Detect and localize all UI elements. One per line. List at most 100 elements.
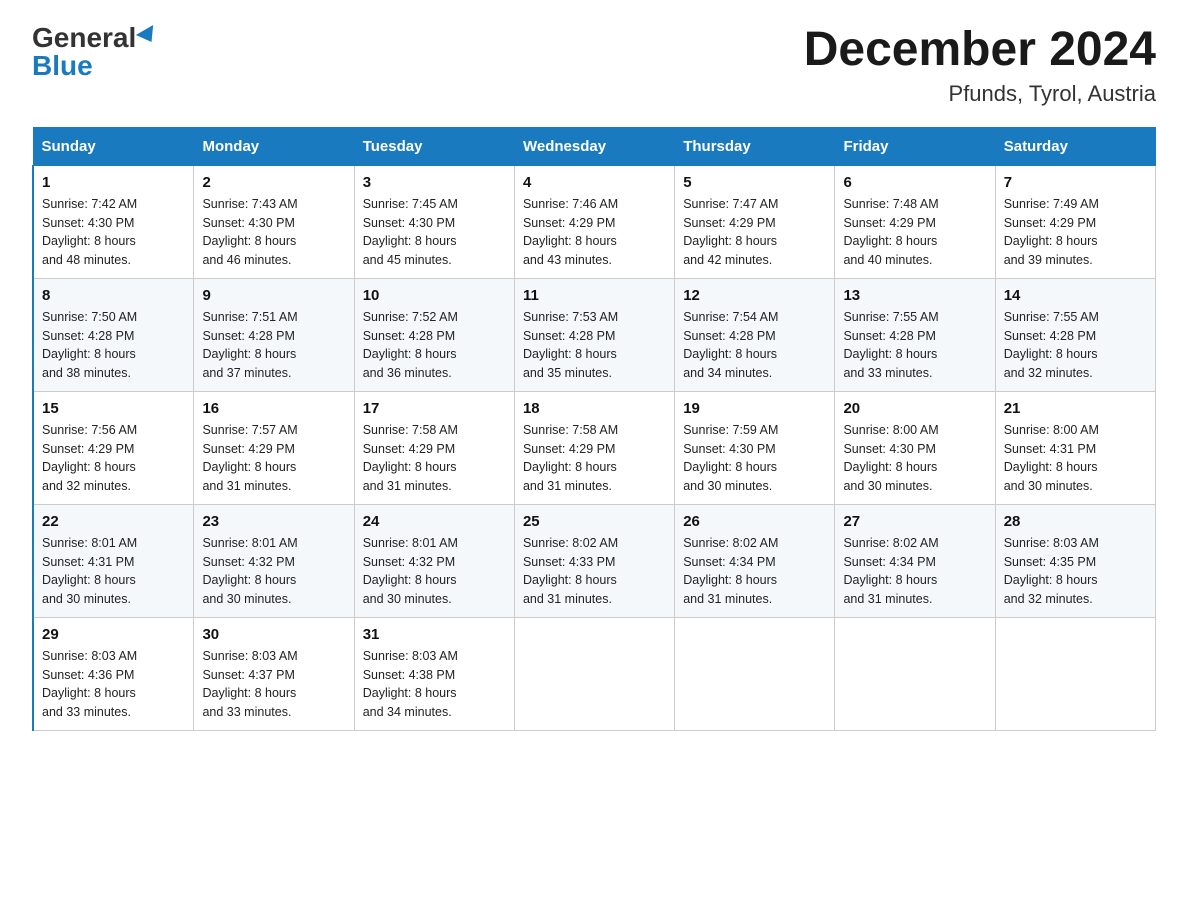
day-info: Sunrise: 8:00 AMSunset: 4:30 PMDaylight:… — [843, 421, 986, 496]
logo: General Blue — [32, 24, 158, 80]
logo-triangle-icon — [136, 25, 160, 47]
day-number: 16 — [202, 400, 345, 417]
day-number: 8 — [42, 287, 185, 304]
header-saturday: Saturday — [995, 127, 1155, 165]
calendar-week-row: 29 Sunrise: 8:03 AMSunset: 4:36 PMDayligh… — [33, 617, 1156, 730]
calendar-cell: 28Sunrise: 8:03 AMSunset: 4:35 PMDayligh… — [995, 504, 1155, 617]
logo-general-text: General — [32, 24, 136, 52]
day-number: 17 — [363, 400, 506, 417]
calendar-cell: 19 Sunrise: 7:59 AMSunset: 4:30 PMDayligh… — [675, 391, 835, 504]
day-number: 24 — [363, 513, 506, 530]
day-info: Sunrise: 8:03 AMSunset: 4:37 PMDaylight:… — [202, 647, 345, 722]
calendar-table: SundayMondayTuesdayWednesdayThursdayFrid… — [32, 127, 1156, 731]
day-number: 22 — [42, 513, 185, 530]
day-number: 6 — [843, 174, 986, 191]
calendar-cell: 15 Sunrise: 7:56 AMSunset: 4:29 PMDayligh… — [33, 391, 194, 504]
day-number: 10 — [363, 287, 506, 304]
header-wednesday: Wednesday — [514, 127, 674, 165]
day-number: 19 — [683, 400, 826, 417]
calendar-cell: 29 Sunrise: 8:03 AMSunset: 4:36 PMDayligh… — [33, 617, 194, 730]
calendar-cell: 8 Sunrise: 7:50 AMSunset: 4:28 PMDaylight… — [33, 278, 194, 391]
day-number: 4 — [523, 174, 666, 191]
calendar-cell: 11 Sunrise: 7:53 AMSunset: 4:28 PMDayligh… — [514, 278, 674, 391]
day-number: 26 — [683, 513, 826, 530]
logo-blue-text: Blue — [32, 52, 93, 80]
calendar-cell: 22Sunrise: 8:01 AMSunset: 4:31 PMDayligh… — [33, 504, 194, 617]
day-info: Sunrise: 7:47 AMSunset: 4:29 PMDaylight:… — [683, 195, 826, 270]
day-number: 29 — [42, 626, 185, 643]
day-info: Sunrise: 7:51 AMSunset: 4:28 PMDaylight:… — [202, 308, 345, 383]
day-info: Sunrise: 7:49 AMSunset: 4:29 PMDaylight:… — [1004, 195, 1147, 270]
day-number: 21 — [1004, 400, 1147, 417]
day-info: Sunrise: 7:58 AMSunset: 4:29 PMDaylight:… — [523, 421, 666, 496]
day-number: 2 — [202, 174, 345, 191]
calendar-cell: 9 Sunrise: 7:51 AMSunset: 4:28 PMDaylight… — [194, 278, 354, 391]
day-number: 31 — [363, 626, 506, 643]
calendar-cell: 17Sunrise: 7:58 AMSunset: 4:29 PMDayligh… — [354, 391, 514, 504]
calendar-cell: 21 Sunrise: 8:00 AMSunset: 4:31 PMDayligh… — [995, 391, 1155, 504]
calendar-cell: 25Sunrise: 8:02 AMSunset: 4:33 PMDayligh… — [514, 504, 674, 617]
day-number: 11 — [523, 287, 666, 304]
calendar-cell: 24 Sunrise: 8:01 AMSunset: 4:32 PMDayligh… — [354, 504, 514, 617]
day-number: 18 — [523, 400, 666, 417]
day-number: 3 — [363, 174, 506, 191]
day-info: Sunrise: 7:52 AMSunset: 4:28 PMDaylight:… — [363, 308, 506, 383]
day-info: Sunrise: 7:46 AMSunset: 4:29 PMDaylight:… — [523, 195, 666, 270]
day-number: 28 — [1004, 513, 1147, 530]
calendar-week-row: 15 Sunrise: 7:56 AMSunset: 4:29 PMDayligh… — [33, 391, 1156, 504]
day-info: Sunrise: 7:55 AMSunset: 4:28 PMDaylight:… — [843, 308, 986, 383]
calendar-cell — [995, 617, 1155, 730]
day-number: 20 — [843, 400, 986, 417]
calendar-header-row: SundayMondayTuesdayWednesdayThursdayFrid… — [33, 127, 1156, 165]
location-title: Pfunds, Tyrol, Austria — [804, 81, 1156, 107]
day-number: 14 — [1004, 287, 1147, 304]
calendar-cell: 13 Sunrise: 7:55 AMSunset: 4:28 PMDayligh… — [835, 278, 995, 391]
day-number: 15 — [42, 400, 185, 417]
day-number: 9 — [202, 287, 345, 304]
day-info: Sunrise: 7:57 AMSunset: 4:29 PMDaylight:… — [202, 421, 345, 496]
day-info: Sunrise: 7:48 AMSunset: 4:29 PMDaylight:… — [843, 195, 986, 270]
calendar-cell — [835, 617, 995, 730]
day-info: Sunrise: 7:56 AMSunset: 4:29 PMDaylight:… — [42, 421, 185, 496]
day-number: 23 — [202, 513, 345, 530]
calendar-week-row: 22Sunrise: 8:01 AMSunset: 4:31 PMDayligh… — [33, 504, 1156, 617]
calendar-cell: 18 Sunrise: 7:58 AMSunset: 4:29 PMDayligh… — [514, 391, 674, 504]
header-thursday: Thursday — [675, 127, 835, 165]
day-info: Sunrise: 8:01 AMSunset: 4:32 PMDaylight:… — [363, 534, 506, 609]
day-info: Sunrise: 8:03 AMSunset: 4:36 PMDaylight:… — [42, 647, 185, 722]
day-info: Sunrise: 7:50 AMSunset: 4:28 PMDaylight:… — [42, 308, 185, 383]
calendar-week-row: 8 Sunrise: 7:50 AMSunset: 4:28 PMDaylight… — [33, 278, 1156, 391]
calendar-cell: 4 Sunrise: 7:46 AMSunset: 4:29 PMDaylight… — [514, 165, 674, 278]
day-number: 30 — [202, 626, 345, 643]
calendar-cell: 1Sunrise: 7:42 AMSunset: 4:30 PMDaylight… — [33, 165, 194, 278]
calendar-week-row: 1Sunrise: 7:42 AMSunset: 4:30 PMDaylight… — [33, 165, 1156, 278]
day-number: 12 — [683, 287, 826, 304]
calendar-cell: 31 Sunrise: 8:03 AMSunset: 4:38 PMDayligh… — [354, 617, 514, 730]
calendar-cell: 27Sunrise: 8:02 AMSunset: 4:34 PMDayligh… — [835, 504, 995, 617]
calendar-cell: 2 Sunrise: 7:43 AMSunset: 4:30 PMDaylight… — [194, 165, 354, 278]
calendar-cell: 5 Sunrise: 7:47 AMSunset: 4:29 PMDaylight… — [675, 165, 835, 278]
header-monday: Monday — [194, 127, 354, 165]
header-tuesday: Tuesday — [354, 127, 514, 165]
header-friday: Friday — [835, 127, 995, 165]
day-info: Sunrise: 7:54 AMSunset: 4:28 PMDaylight:… — [683, 308, 826, 383]
day-info: Sunrise: 8:01 AMSunset: 4:32 PMDaylight:… — [202, 534, 345, 609]
day-number: 13 — [843, 287, 986, 304]
day-info: Sunrise: 7:53 AMSunset: 4:28 PMDaylight:… — [523, 308, 666, 383]
day-info: Sunrise: 8:02 AMSunset: 4:33 PMDaylight:… — [523, 534, 666, 609]
calendar-cell: 30 Sunrise: 8:03 AMSunset: 4:37 PMDayligh… — [194, 617, 354, 730]
day-number: 5 — [683, 174, 826, 191]
calendar-cell: 3Sunrise: 7:45 AMSunset: 4:30 PMDaylight… — [354, 165, 514, 278]
day-info: Sunrise: 7:43 AMSunset: 4:30 PMDaylight:… — [202, 195, 345, 270]
day-number: 27 — [843, 513, 986, 530]
calendar-cell: 26 Sunrise: 8:02 AMSunset: 4:34 PMDayligh… — [675, 504, 835, 617]
day-info: Sunrise: 8:00 AMSunset: 4:31 PMDaylight:… — [1004, 421, 1147, 496]
day-info: Sunrise: 8:03 AMSunset: 4:38 PMDaylight:… — [363, 647, 506, 722]
day-number: 7 — [1004, 174, 1147, 191]
calendar-cell: 6 Sunrise: 7:48 AMSunset: 4:29 PMDaylight… — [835, 165, 995, 278]
calendar-cell: 10 Sunrise: 7:52 AMSunset: 4:28 PMDayligh… — [354, 278, 514, 391]
calendar-cell — [675, 617, 835, 730]
day-info: Sunrise: 8:02 AMSunset: 4:34 PMDaylight:… — [683, 534, 826, 609]
day-info: Sunrise: 7:42 AMSunset: 4:30 PMDaylight:… — [42, 195, 185, 270]
day-info: Sunrise: 7:59 AMSunset: 4:30 PMDaylight:… — [683, 421, 826, 496]
